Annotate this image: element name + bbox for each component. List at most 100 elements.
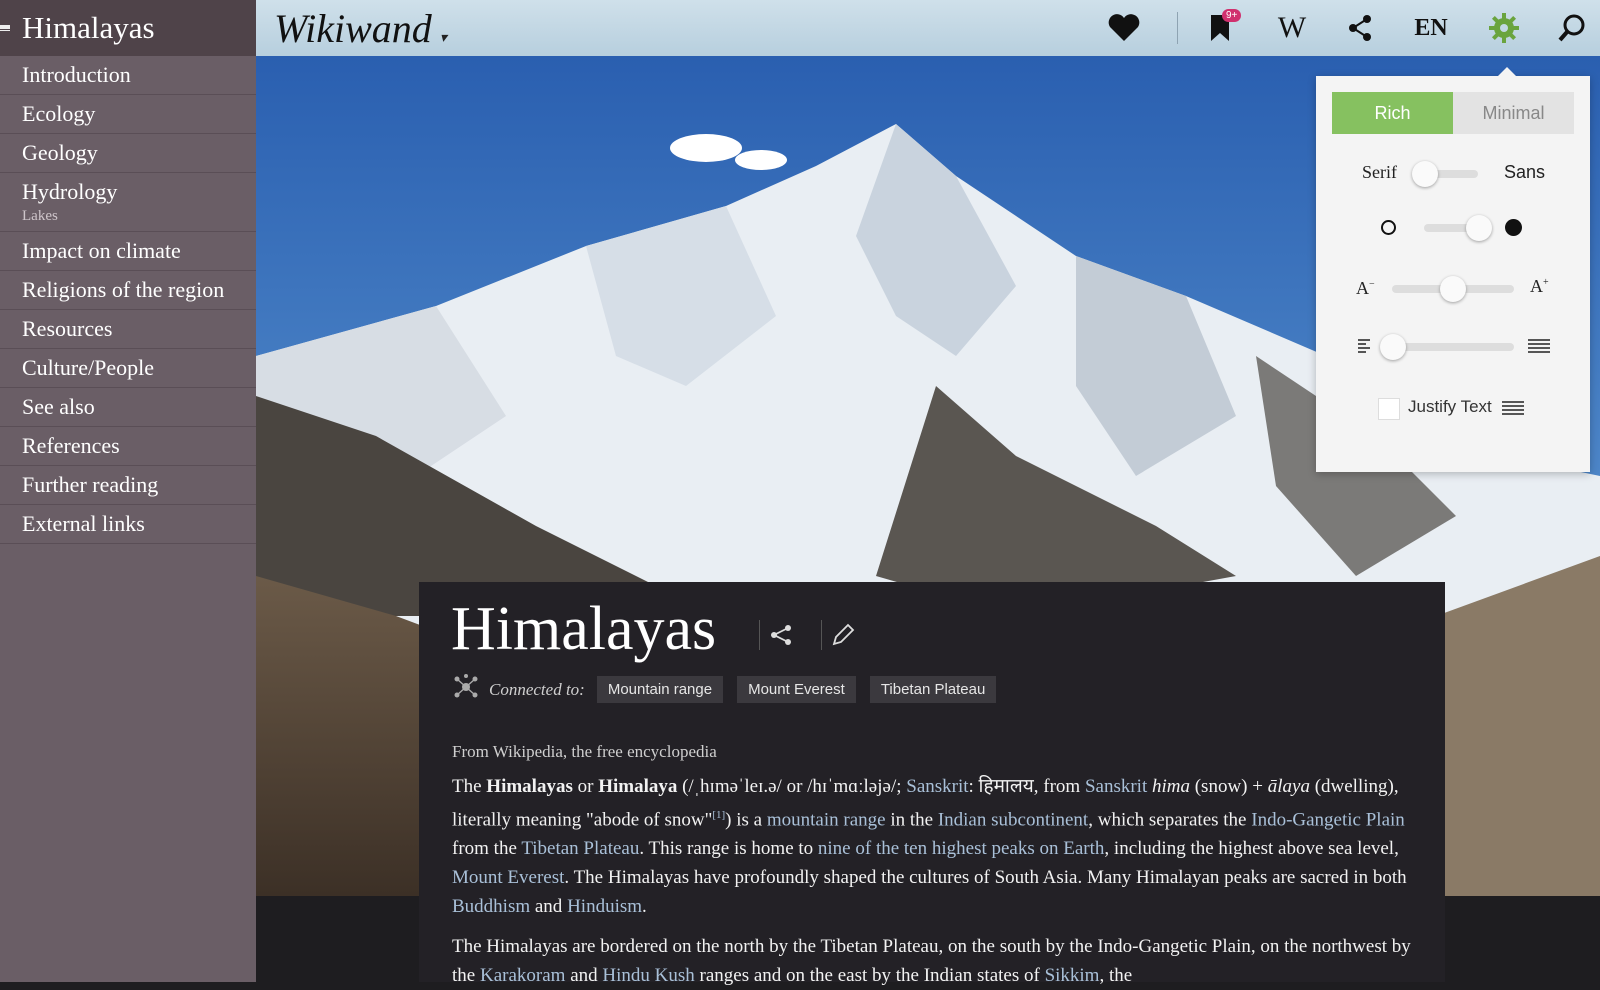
link-buddhism[interactable]: Buddhism — [452, 896, 530, 917]
dark-theme-icon[interactable] — [1505, 219, 1522, 236]
theme-row — [1316, 212, 1590, 246]
toc-label: Religions of the region — [22, 277, 225, 302]
link-hindu-kush[interactable]: Hindu Kush — [602, 965, 694, 986]
line-width-knob[interactable] — [1380, 334, 1406, 360]
justify-checkbox[interactable] — [1378, 398, 1400, 420]
toc-item-impact-on-climate[interactable]: Impact on climate — [0, 232, 256, 271]
text: in the — [885, 809, 938, 831]
font-family-row: Serif Sans — [1316, 156, 1590, 190]
toc-label: Introduction — [22, 62, 131, 87]
text: : हिमालय, from — [968, 776, 1085, 797]
top-bar: Wikiwand ▾ 9+ W EN — [256, 0, 1600, 56]
text: or — [572, 776, 599, 797]
bold-term: Himalaya — [598, 776, 678, 797]
font-smaller-icon[interactable]: A− — [1356, 278, 1375, 299]
connected-to-bar: Connected to: Mountain range Mount Evere… — [453, 674, 1010, 705]
citation-link[interactable]: [1] — [712, 809, 725, 821]
toc-label: Hydrology — [22, 179, 118, 204]
toc-label: See also — [22, 394, 95, 419]
text: . This range is home to — [639, 838, 818, 860]
text: , including the highest above sea level, — [1104, 838, 1399, 860]
toc-item-see-also[interactable]: See also — [0, 388, 256, 427]
toc-label: Culture/People — [22, 355, 154, 380]
text: (/ˌhɪməˈleɪ.ə/ or /hɪˈmɑːləjə/; — [677, 776, 907, 797]
pencil-icon[interactable] — [821, 620, 862, 650]
link-sanskrit[interactable]: Sanskrit — [1085, 776, 1147, 797]
link-karakoram[interactable]: Karakoram — [480, 965, 565, 986]
heart-icon[interactable] — [1104, 0, 1144, 56]
wide-lines-icon[interactable] — [1528, 338, 1550, 359]
logo-text: Wikiwand — [274, 5, 432, 51]
toc-label: Geology — [22, 140, 98, 165]
toc-item-references[interactable]: References — [0, 427, 256, 466]
link-sikkim[interactable]: Sikkim — [1045, 965, 1100, 986]
link-sanskrit[interactable]: Sanskrit — [906, 776, 968, 797]
tag-tibetan-plateau[interactable]: Tibetan Plateau — [869, 676, 997, 703]
theme-knob[interactable] — [1466, 215, 1492, 241]
search-icon[interactable] — [1552, 0, 1592, 56]
line-width-slider[interactable] — [1392, 343, 1514, 351]
serif-label: Serif — [1362, 162, 1397, 182]
font-larger-label: A — [1530, 276, 1543, 296]
link-hinduism[interactable]: Hinduism — [567, 896, 642, 917]
paragraph-2: The Himalayas are bordered on the north … — [452, 932, 1412, 990]
toc-item-geology[interactable]: Geology — [0, 134, 256, 173]
toc-label: External links — [22, 511, 145, 536]
link-mount-everest[interactable]: Mount Everest — [452, 867, 564, 888]
sidebar-title[interactable]: Himalayas — [22, 10, 155, 46]
toc-label: References — [22, 433, 120, 458]
line-width-row — [1316, 330, 1590, 364]
link-tibetan-plateau[interactable]: Tibetan Plateau — [521, 838, 639, 859]
bookmark-badge: 9+ — [1222, 9, 1242, 22]
connected-label: Connected to: — [489, 679, 585, 699]
link-mountain-range[interactable]: mountain range — [767, 809, 886, 830]
share-icon[interactable] — [1340, 0, 1380, 56]
settings-panel: Rich Minimal Serif Sans A− A+ Justify Te… — [1316, 67, 1590, 472]
language-button[interactable]: EN — [1406, 0, 1456, 56]
bookmark-icon[interactable]: 9+ — [1200, 0, 1242, 56]
link-indo-gangetic-plain[interactable]: Indo-Gangetic Plain — [1251, 809, 1405, 830]
toc-sidebar: Himalayas Introduction Ecology Geology H… — [0, 0, 256, 982]
toc-item-external-links[interactable]: External links — [0, 505, 256, 544]
settings-arrow — [1497, 67, 1517, 77]
wikiwand-logo[interactable]: Wikiwand ▾ — [274, 5, 447, 52]
toc-subitem-lakes[interactable]: Lakes — [22, 207, 256, 227]
toc-item-introduction[interactable]: Introduction — [0, 56, 256, 95]
font-family-knob[interactable] — [1412, 161, 1438, 187]
text: from the — [452, 838, 522, 860]
menu-icon[interactable] — [0, 21, 14, 35]
bold-term: Himalayas — [486, 776, 573, 797]
text: ) is a — [725, 809, 767, 831]
title-share-icon[interactable] — [759, 620, 800, 650]
toc-item-religions[interactable]: Religions of the region — [0, 271, 256, 310]
toc-item-ecology[interactable]: Ecology — [0, 95, 256, 134]
chevron-down-icon[interactable]: ▾ — [440, 31, 447, 46]
narrow-lines-icon[interactable] — [1358, 338, 1370, 359]
justify-label: Justify Text — [1408, 397, 1492, 416]
paragraph-1: The Himalayas or Himalaya (/ˌhɪməˈleɪ.ə/… — [452, 772, 1412, 921]
text: and — [530, 896, 568, 918]
toc-item-resources[interactable]: Resources — [0, 310, 256, 349]
network-icon — [453, 674, 479, 705]
page-title: Himalayas — [451, 595, 717, 663]
light-theme-icon[interactable] — [1381, 220, 1396, 235]
font-larger-icon[interactable]: A+ — [1530, 276, 1549, 297]
tag-mount-everest[interactable]: Mount Everest — [737, 676, 856, 703]
link-indian-subcontinent[interactable]: Indian subcontinent — [938, 809, 1088, 830]
toc-item-hydrology[interactable]: Hydrology Lakes — [0, 173, 256, 232]
italic-term: ālaya — [1267, 776, 1310, 797]
toc-item-culture[interactable]: Culture/People — [0, 349, 256, 388]
toc-label: Impact on climate — [22, 238, 181, 263]
gear-icon[interactable] — [1484, 0, 1524, 56]
italic-term: hima — [1151, 776, 1190, 797]
font-size-knob[interactable] — [1440, 276, 1466, 302]
article-body: Himalayas Connected to: Mountain range M… — [419, 582, 1445, 986]
toc-label: Resources — [22, 316, 113, 341]
minimal-button[interactable]: Minimal — [1453, 92, 1574, 134]
text: (snow) + — [1189, 776, 1268, 797]
toc-item-further-reading[interactable]: Further reading — [0, 466, 256, 505]
wikipedia-icon[interactable]: W — [1272, 0, 1312, 56]
link-highest-peaks[interactable]: nine of the ten highest peaks on Earth — [818, 838, 1105, 859]
rich-button[interactable]: Rich — [1332, 92, 1453, 134]
tag-mountain-range[interactable]: Mountain range — [596, 676, 724, 703]
